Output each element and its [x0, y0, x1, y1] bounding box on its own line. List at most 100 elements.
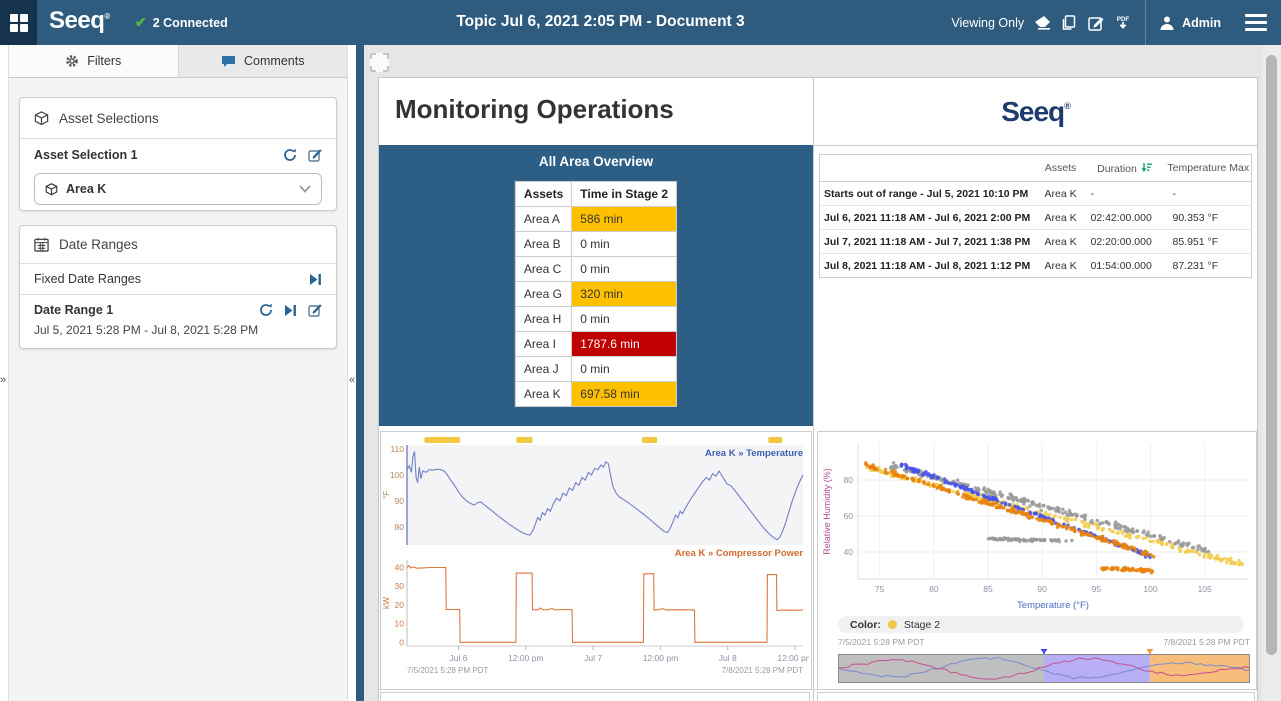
user-icon	[1159, 15, 1175, 31]
hamburger-menu-icon[interactable]	[1245, 14, 1267, 35]
overview-row: Area A586 min	[515, 207, 676, 232]
svg-text:12:00 pm: 12:00 pm	[508, 653, 543, 663]
asset-selection-value: Area K	[66, 182, 291, 196]
step-to-end-icon[interactable]	[309, 273, 322, 286]
overview-value-cell: 0 min	[572, 257, 677, 282]
overview-asset-cell: Area J	[515, 357, 571, 382]
asset-selection-row: Asset Selection 1	[20, 139, 336, 166]
scatter-chart[interactable]: 4060807580859095100105Relative Humidity …	[817, 431, 1257, 690]
condition-duration-cell: 02:20:00.000	[1084, 230, 1166, 254]
svg-text:105: 105	[1198, 584, 1212, 594]
trend-chart[interactable]: 8090100110°FArea K » Temperature01020304…	[380, 431, 812, 690]
condition-range-cell: Starts out of range - Jul 5, 2021 10:10 …	[820, 182, 1038, 206]
range-end-timestamp: 7/8/2021 5:28 PM PDT	[1164, 637, 1250, 647]
legend-entry: Stage 2	[904, 619, 940, 631]
trend-start-timestamp: 7/5/2021 5:28 PM PDT	[407, 666, 488, 675]
viewing-only-label: Viewing Only	[951, 16, 1024, 30]
condition-temp-cell: 85.951 °F	[1166, 230, 1252, 254]
svg-text:80: 80	[395, 522, 405, 532]
condition-range-cell: Jul 6, 2021 11:18 AM - Jul 6, 2021 2:00 …	[820, 206, 1038, 230]
tab-comments[interactable]: Comments	[178, 45, 348, 77]
top-bar: Seeq® ✔ 2 Connected Topic Jul 6, 2021 2:…	[0, 0, 1281, 45]
scrollbar-thumb[interactable]	[1266, 55, 1277, 655]
overview-title: All Area Overview	[379, 154, 813, 169]
timebar-marker	[1146, 649, 1153, 654]
overview-asset-cell: Area I	[515, 332, 571, 357]
check-icon: ✔	[135, 14, 147, 31]
condition-duration-cell: 01:54:00.000	[1084, 254, 1166, 278]
asset-selection-dropdown[interactable]: Area K	[34, 173, 322, 205]
pdf-export-icon[interactable]: PDF	[1114, 14, 1132, 32]
copy-pages-icon[interactable]	[1060, 14, 1078, 32]
step-to-end-icon[interactable]	[284, 304, 297, 317]
stage2-capsule	[424, 437, 460, 443]
overview-value-cell: 0 min	[572, 357, 677, 382]
seeq-logo[interactable]: Seeq®	[49, 7, 110, 35]
svg-text:60: 60	[844, 511, 854, 521]
worksheet-edge-strip	[356, 45, 364, 701]
annotate-eraser-icon[interactable]	[1033, 14, 1051, 32]
svg-text:80: 80	[844, 475, 854, 485]
refresh-icon[interactable]	[259, 303, 273, 317]
asset-selections-header: Asset Selections	[20, 98, 336, 139]
stage2-capsule	[516, 437, 532, 443]
connection-status[interactable]: ✔ 2 Connected	[135, 14, 228, 31]
refresh-icon[interactable]	[283, 148, 297, 162]
condition-col-header[interactable]: Duration	[1084, 155, 1166, 182]
overview-row: Area B0 min	[515, 232, 676, 257]
app-switcher-button[interactable]	[0, 0, 37, 45]
overview-table: AssetsTime in Stage 2Area A586 minArea B…	[515, 181, 677, 407]
topic-page: Monitoring Operations Seeq® All Area Ove…	[378, 77, 1258, 701]
overview-value-cell: 320 min	[572, 282, 677, 307]
tab-filters-label: Filters	[87, 54, 121, 68]
date-range-name: Date Range 1	[34, 303, 113, 317]
tab-filters[interactable]: Filters	[9, 45, 178, 77]
stage2-dot-icon	[888, 620, 897, 629]
svg-text:110: 110	[390, 444, 404, 454]
svg-text:40: 40	[844, 547, 854, 557]
chevron-down-icon	[299, 185, 311, 193]
gear-icon	[65, 54, 79, 68]
edit-icon[interactable]	[308, 148, 322, 162]
svg-text:20: 20	[395, 600, 405, 610]
svg-text:85: 85	[983, 584, 993, 594]
app-grid-icon	[10, 14, 28, 32]
document-title: Topic Jul 6, 2021 2:05 PM - Document 3	[240, 13, 961, 31]
timebar-strip[interactable]	[838, 649, 1250, 685]
edit-icon[interactable]	[308, 303, 322, 317]
range-start-timestamp: 7/5/2021 5:28 PM PDT	[838, 637, 924, 647]
comment-icon	[221, 55, 236, 68]
date-range-row: Date Range 1	[20, 295, 336, 321]
collapse-left-icon[interactable]: «	[349, 375, 355, 386]
calendar-icon	[34, 237, 49, 252]
document-scrollbar	[1262, 45, 1281, 701]
condition-asset-cell: Area K	[1038, 182, 1084, 206]
date-range-value: Jul 5, 2021 5:28 PM - Jul 8, 2021 5:28 P…	[20, 321, 336, 347]
next-row-cell	[380, 692, 810, 701]
svg-text:90: 90	[1037, 584, 1047, 594]
overview-row: Area I1787.6 min	[515, 332, 676, 357]
svg-text:90: 90	[395, 496, 405, 506]
edit-document-icon[interactable]	[1087, 14, 1105, 32]
asset-selections-panel: Asset Selections Asset Selection 1 Area …	[19, 97, 337, 211]
expand-right-icon[interactable]: »	[0, 375, 6, 386]
condition-temp-cell: 90.353 °F	[1166, 206, 1252, 230]
condition-asset-cell: Area K	[1038, 254, 1084, 278]
overview-value-cell: 586 min	[572, 207, 677, 232]
svg-text:95: 95	[1092, 584, 1102, 594]
svg-text:30: 30	[395, 581, 405, 591]
stage2-capsule	[642, 437, 657, 443]
overview-header-row: AssetsTime in Stage 2	[515, 182, 676, 207]
condition-asset-cell: Area K	[1038, 206, 1084, 230]
condition-duration-cell: -	[1084, 182, 1166, 206]
worksheets-collapse-gutter[interactable]: »	[0, 45, 9, 701]
svg-text:12:00 pm: 12:00 pm	[643, 653, 678, 663]
trend-end-timestamp: 7/8/2021 5:28 PM PDT	[722, 666, 803, 675]
topbar-divider	[1145, 0, 1146, 45]
page-anchor-icon[interactable]	[370, 53, 389, 72]
condition-table: AssetsDurationTemperature MaxStarts out …	[819, 154, 1252, 278]
legend-label: Color:	[850, 619, 881, 631]
seeq-organizer-app: Seeq® ✔ 2 Connected Topic Jul 6, 2021 2:…	[0, 0, 1281, 701]
series-line	[407, 566, 803, 643]
user-menu[interactable]: Admin	[1159, 15, 1221, 31]
